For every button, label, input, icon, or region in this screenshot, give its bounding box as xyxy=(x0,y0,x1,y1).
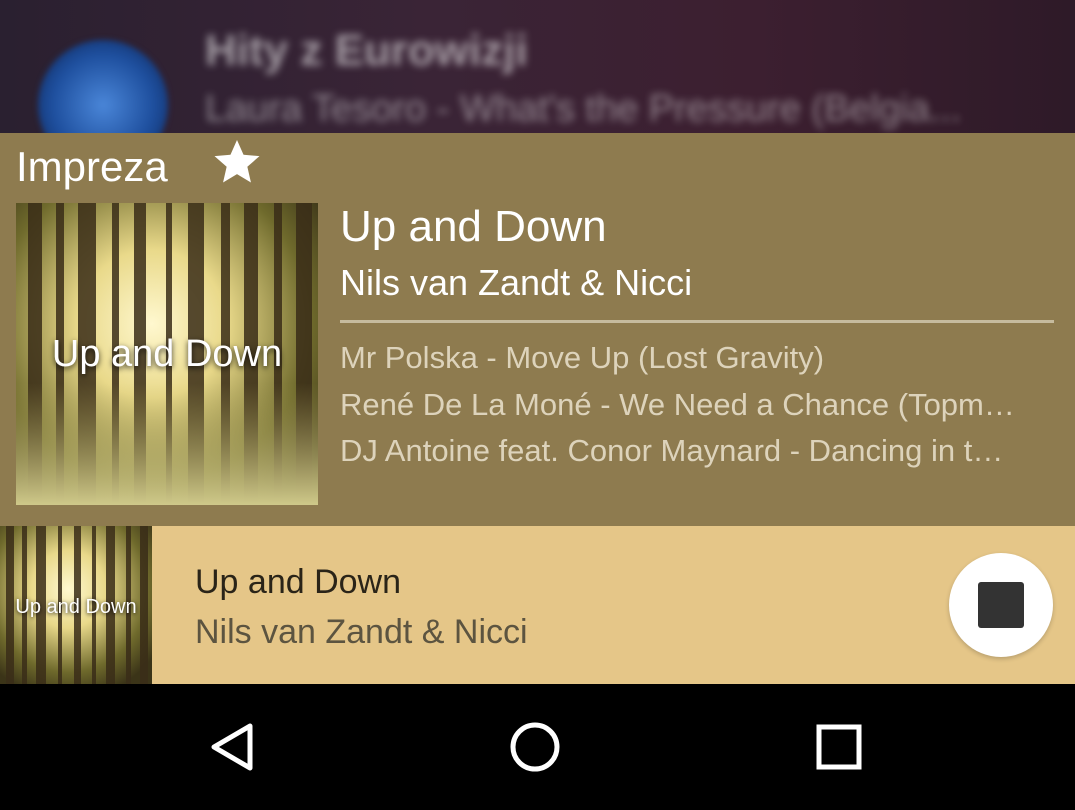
divider xyxy=(340,320,1054,323)
star-icon[interactable] xyxy=(210,135,264,189)
notification-card[interactable]: Impreza Up and Down Up and Down Nils van… xyxy=(0,133,1075,526)
album-art-title-small: Up and Down xyxy=(15,596,137,618)
background-subtitle: Laura Tesoro - What's the Pressure (Belg… xyxy=(205,88,962,130)
home-icon[interactable] xyxy=(500,714,570,780)
stop-icon xyxy=(978,582,1024,628)
background-title: Hity z Eurowizji xyxy=(205,26,528,75)
mini-player-title: Up and Down xyxy=(195,563,402,601)
queue-item[interactable]: René De La Moné - We Need a Chance (Topm… xyxy=(340,382,1054,429)
queue-item[interactable]: DJ Antoine feat. Conor Maynard - Dancing… xyxy=(340,428,1054,475)
playlist-name: Impreza xyxy=(16,143,168,190)
background-notification: Hity z Eurowizji Laura Tesoro - What's t… xyxy=(0,0,1075,133)
stop-button[interactable] xyxy=(949,553,1053,657)
queue-item[interactable]: Mr Polska - Move Up (Lost Gravity) xyxy=(340,335,1054,382)
recents-icon[interactable] xyxy=(804,714,874,780)
queue-list: Mr Polska - Move Up (Lost Gravity) René … xyxy=(340,335,1054,475)
now-playing-artist: Nils van Zandt & Nicci xyxy=(340,262,693,303)
mini-player[interactable]: Up and Down Up and Down Nils van Zandt &… xyxy=(0,526,1075,684)
back-icon[interactable] xyxy=(200,714,270,780)
album-art-title: Up and Down xyxy=(51,333,283,375)
mini-player-artist: Nils van Zandt & Nicci xyxy=(195,613,528,651)
album-art-small: Up and Down xyxy=(0,526,152,684)
album-art-large: Up and Down xyxy=(16,203,318,505)
now-playing-title: Up and Down xyxy=(340,202,607,251)
navigation-bar xyxy=(0,684,1075,810)
background-logo xyxy=(38,40,168,133)
